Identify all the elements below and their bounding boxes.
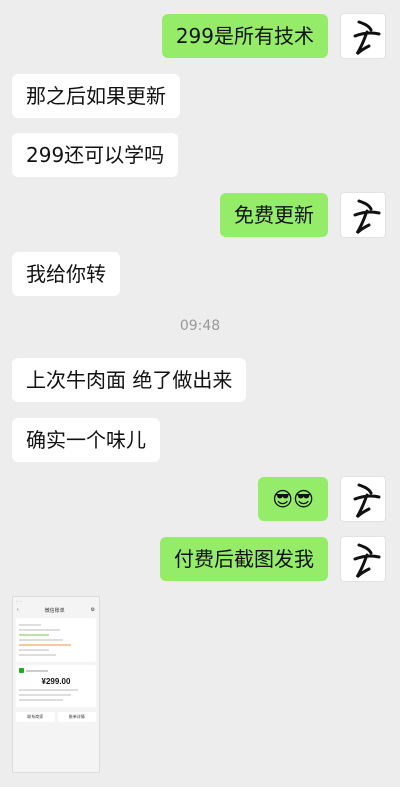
thumbnail-button-row: 联系商家 账单详情 [13, 710, 99, 724]
avatar[interactable] [340, 476, 386, 522]
image-message-thumbnail[interactable]: · · · ‹ 微信账单 ⚙ ¥299.00 联系商家 账单详情 [12, 596, 100, 773]
message-bubble-incoming[interactable]: 我给你转 [12, 252, 120, 296]
message-bubble-outgoing[interactable]: 付费后截图发我 [160, 537, 328, 581]
thumbnail-status-bar: · · · [16, 599, 23, 604]
avatar[interactable] [340, 536, 386, 582]
message-bubble-incoming[interactable]: 确实一个味儿 [12, 418, 160, 462]
message-bubble-outgoing[interactable]: 299是所有技术 [161, 14, 328, 58]
avatar[interactable] [340, 192, 386, 238]
message-bubble-incoming[interactable]: 299还可以学吗 [12, 133, 179, 177]
thumbnail-right-button: 账单详情 [57, 712, 96, 722]
message-bubble-incoming[interactable]: 那之后如果更新 [12, 74, 180, 118]
thumbnail-header: ‹ 微信账单 ⚙ [13, 606, 99, 615]
timestamp: 09:48 [179, 318, 221, 334]
back-icon: ‹ [17, 607, 19, 613]
message-bubble-outgoing-emoji[interactable]: 😎😎 [258, 477, 328, 521]
settings-icon: ⚙ [90, 607, 95, 613]
chat-area: 299是所有技术 那之后如果更新 299还可以学吗 免费更新 我给你转 09:4… [0, 0, 400, 787]
message-bubble-incoming[interactable]: 上次牛肉面 绝了做出来 [12, 358, 247, 402]
thumbnail-left-button: 联系商家 [16, 712, 55, 722]
thumbnail-amount: ¥299.00 [41, 677, 71, 686]
avatar[interactable] [340, 13, 386, 59]
thumbnail-title: 微信账单 [44, 608, 65, 614]
wechat-pay-icon [19, 668, 93, 673]
message-bubble-outgoing[interactable]: 免费更新 [220, 193, 328, 237]
thumbnail-card-top [16, 618, 96, 662]
thumbnail-card-payment: ¥299.00 [16, 665, 96, 707]
